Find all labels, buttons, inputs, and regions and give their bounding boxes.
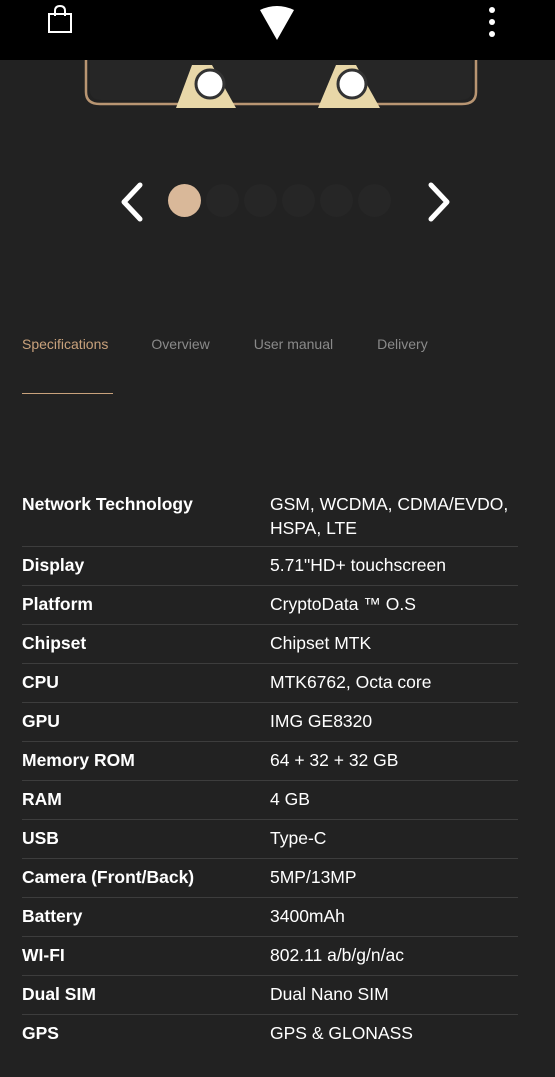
table-row: RAM 4 GB xyxy=(22,780,518,820)
spec-label: USB xyxy=(22,819,270,859)
table-row: Chipset Chipset MTK xyxy=(22,624,518,664)
carousel-dot[interactable] xyxy=(358,184,391,217)
table-row: GPU IMG GE8320 xyxy=(22,702,518,742)
table-row: WI-FI 802.11 a/b/g/n/ac xyxy=(22,936,518,976)
spec-value: 64 + 32 + 32 GB xyxy=(270,741,518,781)
shopping-bag-icon[interactable] xyxy=(45,4,75,34)
tab-specifications[interactable]: Specifications xyxy=(22,336,108,352)
spec-label: RAM xyxy=(22,780,270,820)
carousel-dot[interactable] xyxy=(244,184,277,217)
tab-overview[interactable]: Overview xyxy=(151,336,209,352)
active-tab-underline xyxy=(22,393,113,394)
spec-value: MTK6762, Octa core xyxy=(270,663,518,703)
table-row: Display 5.71"HD+ touchscreen xyxy=(22,546,518,586)
spec-label: GPS xyxy=(22,1022,59,1043)
carousel-dot[interactable] xyxy=(282,184,315,217)
spec-value: Dual Nano SIM xyxy=(270,975,518,1015)
carousel-dots xyxy=(168,184,391,218)
spec-value: 5MP/13MP xyxy=(270,858,518,898)
carousel-dot[interactable] xyxy=(168,184,201,217)
spec-value: 3400mAh xyxy=(270,897,518,937)
brand-logo-icon[interactable] xyxy=(259,2,295,42)
spec-value: IMG GE8320 xyxy=(270,702,518,742)
spec-value: 5.71"HD+ touchscreen xyxy=(270,546,518,586)
product-tabs: Specifications Overview User manual Deli… xyxy=(22,336,428,352)
product-image xyxy=(84,60,478,108)
spec-value: Chipset MTK xyxy=(270,624,518,664)
table-row: CPU MTK6762, Octa core xyxy=(22,663,518,703)
table-row: Camera (Front/Back) 5MP/13MP xyxy=(22,858,518,898)
table-row: Dual SIM Dual Nano SIM xyxy=(22,975,518,1015)
spec-label: Camera (Front/Back) xyxy=(22,858,270,898)
table-row: GPS GPS & GLONASS xyxy=(22,1014,518,1053)
spec-value: GSM, WCDMA, CDMA/EVDO, HSPA, LTE xyxy=(270,480,518,547)
table-row: Memory ROM 64 + 32 + 32 GB xyxy=(22,741,518,781)
spec-value: Type-C xyxy=(270,819,518,859)
spec-label: Memory ROM xyxy=(22,741,270,781)
table-row: USB Type-C xyxy=(22,819,518,859)
spec-label: GPU xyxy=(22,702,270,742)
specifications-table: Network Technology GSM, WCDMA, CDMA/EVDO… xyxy=(22,480,518,1053)
table-row: Platform CryptoData ™ O.S xyxy=(22,585,518,625)
spec-label: Display xyxy=(22,546,270,586)
spec-label: Dual SIM xyxy=(22,975,270,1015)
spec-label: WI-FI xyxy=(22,936,270,976)
table-row: Network Technology GSM, WCDMA, CDMA/EVDO… xyxy=(22,480,518,547)
spec-value: GPS & GLONASS xyxy=(270,1022,413,1043)
product-carousel xyxy=(0,60,555,310)
spec-label: CPU xyxy=(22,663,270,703)
spec-label: Battery xyxy=(22,897,270,937)
tab-delivery[interactable]: Delivery xyxy=(377,336,428,352)
carousel-dot[interactable] xyxy=(206,184,239,217)
spec-label: Platform xyxy=(22,585,270,625)
kebab-menu-icon[interactable] xyxy=(482,6,502,40)
chevron-right-icon[interactable] xyxy=(425,181,455,223)
chevron-left-icon[interactable] xyxy=(116,181,146,223)
carousel-dot[interactable] xyxy=(320,184,353,217)
spec-value: 802.11 a/b/g/n/ac xyxy=(270,936,518,976)
spec-value: CryptoData ™ O.S xyxy=(270,585,518,625)
spec-label: Chipset xyxy=(22,624,270,664)
tab-user-manual[interactable]: User manual xyxy=(254,336,333,352)
top-bar xyxy=(0,0,555,60)
spec-value: 4 GB xyxy=(270,780,518,820)
spec-label: Network Technology xyxy=(22,480,270,547)
table-row: Battery 3400mAh xyxy=(22,897,518,937)
